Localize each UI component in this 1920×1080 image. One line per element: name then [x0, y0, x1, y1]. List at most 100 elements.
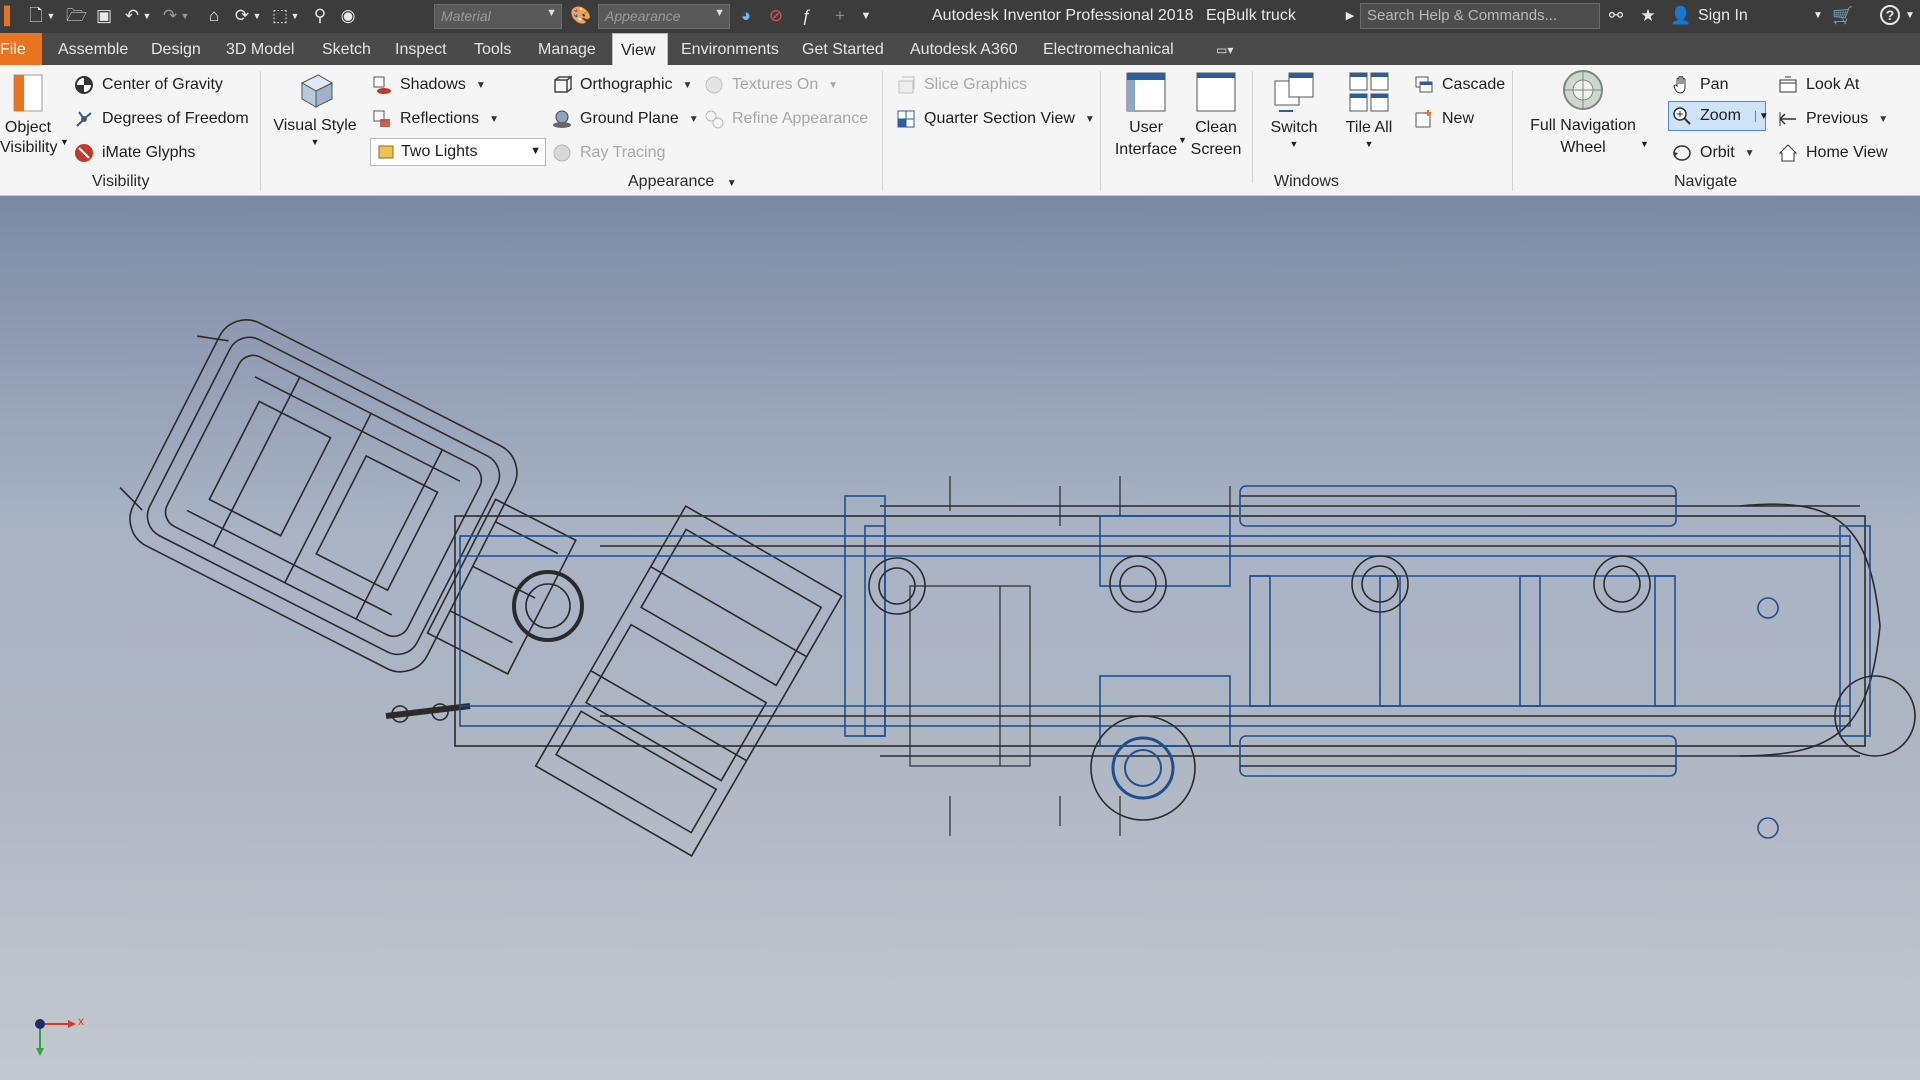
- add-icon[interactable]: +: [830, 6, 850, 26]
- customize-dropdown-icon[interactable]: ▼: [856, 6, 876, 26]
- clear-appearance-icon[interactable]: ⊘: [766, 6, 786, 26]
- new-window-label: New: [1442, 110, 1475, 127]
- degrees-of-freedom-button[interactable]: Degrees of Freedom: [74, 105, 249, 133]
- reflections-button[interactable]: Reflections ▼: [372, 105, 499, 133]
- new-dropdown-icon[interactable]: ▼: [46, 6, 56, 26]
- new-document-icon[interactable]: 🗋: [26, 6, 46, 26]
- pan-label: Pan: [1700, 76, 1729, 93]
- parameters-fx-icon[interactable]: ƒ: [796, 6, 816, 26]
- tab-sketch[interactable]: Sketch: [314, 33, 379, 65]
- sign-in-button[interactable]: Sign In: [1698, 7, 1748, 25]
- refine-appearance-button[interactable]: Refine Appearance: [704, 105, 868, 133]
- shadows-button[interactable]: Shadows ▼: [372, 71, 486, 99]
- select-priority-icon[interactable]: ⬚: [270, 6, 290, 26]
- ground-plane-dropdown-icon: ▼: [688, 113, 699, 125]
- switch-window-button[interactable]: Switch ▼: [1262, 71, 1326, 149]
- slice-graphics-button[interactable]: Slice Graphics: [896, 71, 1027, 99]
- slice-graphics-label: Slice Graphics: [924, 76, 1028, 93]
- visual-style-button[interactable]: Visual Style ▼: [270, 69, 360, 147]
- orbit-icon: [1672, 143, 1692, 163]
- navigation-wheel-dropdown-icon[interactable]: ▼: [1640, 139, 1649, 149]
- degrees-of-freedom-label: Degrees of Freedom: [102, 110, 249, 127]
- redo-icon[interactable]: ↷: [160, 6, 180, 26]
- tab-electromechanical[interactable]: Electromechanical: [1035, 33, 1182, 65]
- material-combo[interactable]: Material ▼: [434, 4, 562, 29]
- cascade-button[interactable]: Cascade: [1414, 71, 1505, 99]
- tab-assemble[interactable]: Assemble: [50, 33, 136, 65]
- refine-appearance-label: Refine Appearance: [732, 110, 869, 127]
- textures-on-button[interactable]: Textures On ▼: [704, 71, 838, 99]
- orthographic-button[interactable]: Orthographic ▼: [552, 71, 692, 99]
- ribbon-separator: [882, 71, 883, 191]
- tab-inspect[interactable]: Inspect: [387, 33, 455, 65]
- appearance-sphere-icon[interactable]: 🎨: [570, 6, 591, 26]
- user-interface-button[interactable]: User Interface: [1108, 71, 1184, 161]
- tab-autodesk-a360[interactable]: Autodesk A360: [902, 33, 1026, 65]
- cart-icon[interactable]: 🛒: [1832, 6, 1853, 26]
- expand-arrow-icon[interactable]: ▶: [1340, 6, 1360, 26]
- help-button[interactable]: ?: [1880, 5, 1900, 25]
- new-window-button[interactable]: New: [1414, 105, 1474, 133]
- color-override-icon[interactable]: ◉: [338, 6, 358, 26]
- home-icon[interactable]: ⌂: [204, 6, 224, 26]
- tab-file[interactable]: File: [0, 33, 42, 65]
- truck-wireframe-model[interactable]: [0, 196, 1920, 1080]
- look-at-label: Look At: [1806, 76, 1860, 93]
- search-input[interactable]: Search Help & Commands...: [1360, 3, 1600, 29]
- tab-view[interactable]: View: [612, 33, 668, 65]
- binoculars-icon[interactable]: ⚯: [1606, 6, 1626, 26]
- appearance-combo[interactable]: Appearance ▼: [598, 4, 730, 29]
- pan-button[interactable]: Pan: [1672, 71, 1728, 99]
- help-dropdown-icon[interactable]: ▼: [1904, 6, 1916, 26]
- zoom-button[interactable]: Zoom ▼: [1672, 102, 1769, 130]
- object-visibility-icon: [8, 73, 48, 113]
- graphics-viewport[interactable]: x: [0, 196, 1920, 1080]
- ground-plane-button[interactable]: Ground Plane ▼: [552, 105, 699, 133]
- tab-design[interactable]: Design: [143, 33, 209, 65]
- object-visibility-button[interactable]: Object Visibility: [0, 73, 58, 159]
- home-view-label: Home View: [1806, 144, 1888, 161]
- previous-view-button[interactable]: Previous ▼: [1778, 105, 1888, 133]
- user-interface-dropdown-icon[interactable]: ▼: [1178, 135, 1187, 145]
- update-dropdown-icon[interactable]: ▼: [252, 6, 262, 26]
- orbit-button[interactable]: Orbit ▼: [1672, 139, 1755, 167]
- tab-tools[interactable]: Tools: [466, 33, 519, 65]
- look-at-button[interactable]: Look At: [1778, 71, 1859, 99]
- imate-glyphs-icon: [74, 143, 94, 163]
- navigation-wheel-icon: [1562, 69, 1604, 111]
- undo-icon[interactable]: ↶: [122, 6, 142, 26]
- user-icon[interactable]: 👤: [1670, 6, 1691, 26]
- imate-glyphs-button[interactable]: iMate Glyphs: [74, 139, 195, 167]
- measure-icon[interactable]: ⚲: [310, 6, 330, 26]
- favorites-star-icon[interactable]: ★: [1638, 6, 1658, 26]
- tab-manage[interactable]: Manage: [530, 33, 604, 65]
- full-navigation-wheel-button[interactable]: Full Navigation Wheel: [1518, 69, 1648, 159]
- lighting-style-select[interactable]: Two Lights ▼: [370, 138, 546, 166]
- ray-tracing-button[interactable]: Ray Tracing: [552, 139, 665, 167]
- clean-screen-button[interactable]: Clean Screen: [1188, 71, 1244, 161]
- app-menu-icon[interactable]: ▌: [4, 6, 16, 26]
- full-navigation-wheel-label-2: Wheel: [1560, 139, 1606, 156]
- redo-dropdown-icon[interactable]: ▼: [180, 6, 190, 26]
- select-dropdown-icon[interactable]: ▼: [290, 6, 300, 26]
- undo-dropdown-icon[interactable]: ▼: [142, 6, 152, 26]
- sign-in-dropdown-icon[interactable]: ▼: [1808, 6, 1828, 26]
- tile-all-button[interactable]: Tile All ▼: [1336, 71, 1402, 149]
- appearance-group-label[interactable]: Appearance ▼: [628, 173, 737, 191]
- ribbon-display-toggle[interactable]: ▭▾: [1208, 33, 1241, 65]
- tab-3d-model[interactable]: 3D Model: [218, 33, 302, 65]
- object-visibility-dropdown-icon[interactable]: ▼: [60, 137, 69, 147]
- save-icon[interactable]: ▣: [94, 6, 114, 26]
- clean-screen-label-2: Screen: [1190, 141, 1242, 158]
- switch-window-label: Switch: [1270, 119, 1318, 136]
- open-folder-icon[interactable]: 🗁: [66, 6, 87, 26]
- tab-environments[interactable]: Environments: [673, 33, 787, 65]
- zoom-dropdown-icon[interactable]: ▼: [1754, 110, 1769, 122]
- tab-get-started[interactable]: Get Started: [794, 33, 892, 65]
- visual-style-dropdown-icon: ▼: [310, 137, 320, 147]
- quarter-section-view-button[interactable]: Quarter Section View ▼: [896, 105, 1095, 133]
- adjust-appearance-icon[interactable]: ◕: [736, 6, 756, 26]
- home-view-button[interactable]: Home View: [1778, 139, 1888, 167]
- center-of-gravity-button[interactable]: Center of Gravity: [74, 71, 223, 99]
- update-icon[interactable]: ⟳: [232, 6, 252, 26]
